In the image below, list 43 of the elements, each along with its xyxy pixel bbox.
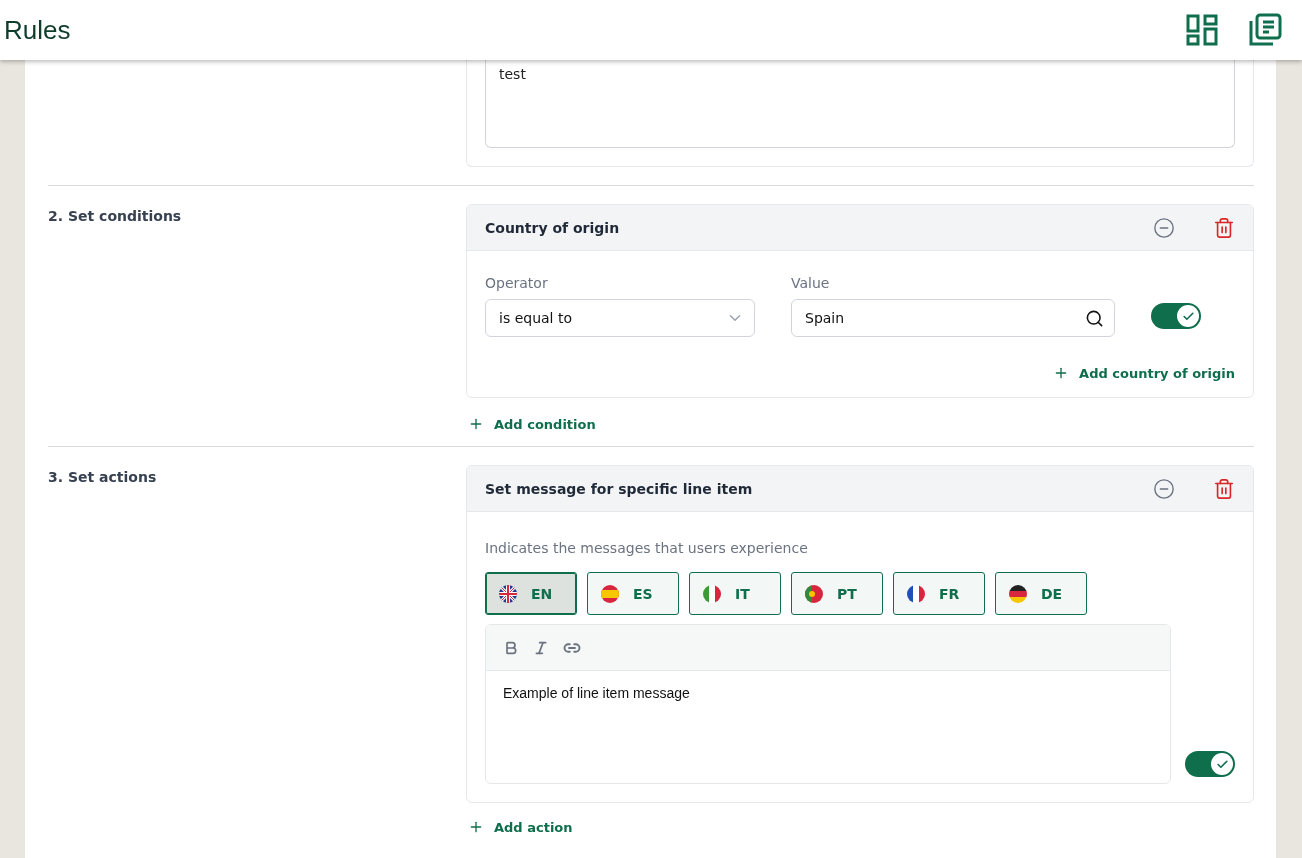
search-icon: [1085, 308, 1104, 328]
add-country-link[interactable]: Add country of origin: [1053, 365, 1235, 381]
flag-icon: [1009, 584, 1027, 603]
operator-dropdown[interactable]: is equal to: [485, 299, 755, 337]
hint-text: Indicates the messages that users experience: [485, 540, 809, 556]
flag-icon: [907, 584, 925, 603]
flag-icon: [601, 584, 619, 603]
italic-button[interactable]: [533, 639, 549, 656]
description-field[interactable]: test: [485, 60, 1235, 148]
language-tab[interactable]: EN: [485, 572, 577, 615]
dashboard-icon[interactable]: [1186, 14, 1218, 46]
field-label: Value: [791, 275, 831, 291]
bold-button[interactable]: [503, 639, 519, 656]
message-text: Example of line item message: [502, 684, 691, 703]
message-editor[interactable]: Example of line item message: [485, 624, 1171, 784]
flag-icon: [805, 584, 823, 603]
language-tab[interactable]: IT: [689, 572, 781, 615]
page-title: Rules: [4, 14, 71, 46]
field-label: Operator: [485, 275, 549, 291]
plus-icon: [468, 416, 484, 432]
collapse-button[interactable]: [1153, 477, 1175, 500]
check-icon: [1181, 309, 1195, 323]
language-tab[interactable]: DE: [995, 572, 1087, 615]
add-action-link[interactable]: Add action: [468, 819, 573, 835]
toggle-switch[interactable]: [1185, 751, 1235, 777]
value-search-field[interactable]: Spain: [791, 299, 1115, 337]
delete-button[interactable]: [1213, 216, 1235, 239]
card-title: Country of origin: [485, 219, 621, 236]
plus-icon: [468, 819, 484, 835]
flag-icon: [499, 584, 517, 603]
delete-button[interactable]: [1213, 477, 1235, 500]
flag-icon: [703, 584, 721, 603]
language-tab[interactable]: FR: [893, 572, 985, 615]
add-condition-link[interactable]: Add condition: [468, 416, 596, 432]
section-label: 2. Set conditions: [48, 207, 183, 226]
card-title: Set message for specific line item: [485, 480, 754, 497]
check-icon: [1215, 757, 1229, 771]
collapse-button[interactable]: [1153, 216, 1175, 239]
toggle-switch[interactable]: [1151, 303, 1201, 329]
documents-icon[interactable]: [1248, 13, 1282, 47]
language-tab[interactable]: ES: [587, 572, 679, 615]
section-label: 3. Set actions: [48, 468, 158, 487]
language-tab[interactable]: PT: [791, 572, 883, 615]
